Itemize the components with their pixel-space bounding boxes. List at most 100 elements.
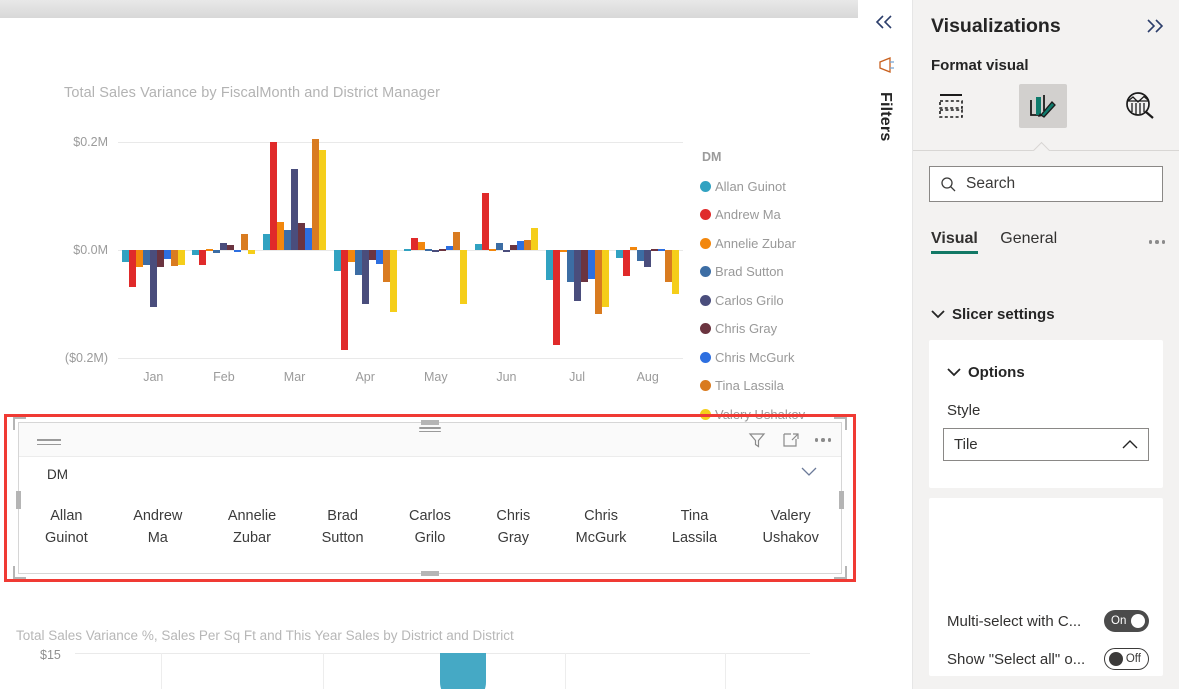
resize-handle-right[interactable]: [839, 491, 844, 509]
bar[interactable]: [601, 250, 609, 307]
build-visual-button[interactable]: [929, 84, 977, 128]
bar[interactable]: [474, 243, 482, 250]
bar[interactable]: [552, 250, 560, 345]
bar[interactable]: [446, 245, 454, 250]
bar[interactable]: [460, 250, 468, 304]
bar[interactable]: [418, 241, 426, 250]
slicer-visual[interactable]: DM Allan Guinot Andrew Ma Annelie Zubar Brad Su…: [13, 417, 847, 579]
bar[interactable]: [425, 248, 433, 251]
bar[interactable]: [149, 250, 157, 307]
bar[interactable]: [580, 250, 588, 283]
filters-rail[interactable]: Filters: [858, 0, 913, 689]
bar[interactable]: [128, 250, 136, 287]
slicer-tile[interactable]: Valery Ushakov: [756, 503, 824, 551]
bar[interactable]: [375, 250, 383, 265]
legend-item[interactable]: Chris McGurk: [700, 343, 805, 372]
bar[interactable]: [559, 250, 567, 252]
slicer-tile[interactable]: Tina Lassila: [666, 503, 723, 551]
slicer-tile[interactable]: Brad Sutton: [316, 503, 370, 551]
bar[interactable]: [672, 250, 680, 295]
bar[interactable]: [333, 250, 341, 272]
slicer-visual-container[interactable]: DM Allan Guinot Andrew Ma Annelie Zubar Brad Su…: [4, 414, 856, 582]
bar[interactable]: [587, 250, 595, 279]
slicer-tile[interactable]: Annelie Zubar: [222, 503, 282, 551]
chevron-down-icon[interactable]: [801, 467, 817, 477]
more-tabs-icon[interactable]: [1148, 232, 1165, 252]
bar[interactable]: [284, 230, 292, 250]
bar[interactable]: [291, 169, 299, 250]
bar[interactable]: [368, 250, 376, 260]
bar[interactable]: [566, 250, 574, 283]
bar[interactable]: [312, 139, 320, 250]
bar[interactable]: [516, 241, 524, 250]
multi-select-switch[interactable]: On: [1104, 610, 1149, 632]
bar[interactable]: [163, 250, 171, 260]
bar[interactable]: [347, 250, 355, 262]
bottom-visual[interactable]: Total Sales Variance %, Sales Per Sq Ft …: [0, 608, 858, 689]
bar[interactable]: [389, 250, 397, 313]
multi-select-toggle-row[interactable]: Multi-select with C... On: [947, 608, 1149, 634]
bar[interactable]: [432, 250, 440, 252]
legend-item[interactable]: Allan Guinot: [700, 172, 805, 201]
bar[interactable]: [509, 244, 517, 250]
bar[interactable]: [488, 248, 496, 251]
resize-handle-bottom[interactable]: [421, 571, 439, 576]
bar[interactable]: [382, 250, 390, 283]
tab-visual[interactable]: Visual: [931, 230, 978, 254]
bar[interactable]: [177, 250, 185, 265]
slicer-tile[interactable]: Carlos Grilo: [403, 503, 457, 551]
format-visual-button[interactable]: [1019, 84, 1067, 128]
bar[interactable]: [319, 150, 327, 250]
bar[interactable]: [658, 248, 666, 251]
bar[interactable]: [142, 250, 150, 265]
legend-item[interactable]: Chris Gray: [700, 315, 805, 344]
bar[interactable]: [623, 250, 631, 276]
bar[interactable]: [453, 232, 461, 250]
bar[interactable]: [298, 223, 306, 250]
legend-item[interactable]: Tina Lassila: [700, 372, 805, 401]
slicer-settings-section-header[interactable]: Slicer settings: [931, 306, 1055, 323]
bar[interactable]: [206, 248, 214, 251]
focus-mode-icon[interactable]: [781, 430, 801, 450]
bar[interactable]: [234, 250, 242, 252]
resize-handle-tr[interactable]: [834, 417, 847, 430]
bar[interactable]: [156, 250, 164, 268]
resize-handle-br[interactable]: [834, 566, 847, 579]
bar[interactable]: [263, 233, 271, 250]
bar[interactable]: [530, 228, 538, 250]
bar[interactable]: [502, 250, 510, 253]
filter-icon[interactable]: [747, 430, 767, 450]
bar[interactable]: [192, 250, 200, 256]
bar[interactable]: [340, 250, 348, 350]
hamburger-icon[interactable]: [37, 439, 61, 448]
bar[interactable]: [411, 237, 419, 250]
resize-handle-bl[interactable]: [13, 566, 26, 579]
bar[interactable]: [135, 250, 143, 268]
filter-funnel-icon[interactable]: [876, 56, 896, 76]
analytics-button[interactable]: [1116, 84, 1164, 128]
bar[interactable]: [270, 142, 278, 250]
resize-handle-top[interactable]: [421, 420, 439, 425]
bar[interactable]: [481, 193, 489, 250]
bar[interactable]: [404, 249, 412, 252]
bar[interactable]: [248, 250, 256, 255]
bar[interactable]: [354, 250, 362, 276]
bar[interactable]: [630, 246, 638, 250]
resize-handle-left[interactable]: [16, 491, 21, 509]
select-all-toggle-row[interactable]: Show "Select all" o... Off: [947, 646, 1149, 672]
bar[interactable]: [220, 242, 228, 250]
legend-item[interactable]: Andrew Ma: [700, 201, 805, 230]
bar[interactable]: [121, 250, 129, 262]
bottom-bubble[interactable]: [440, 653, 486, 689]
chevron-double-left-icon[interactable]: [874, 14, 896, 30]
options-header[interactable]: Options: [947, 364, 1025, 381]
column-chart-visual[interactable]: Total Sales Variance by FiscalMonth and …: [0, 58, 858, 422]
slicer-tile[interactable]: Allan Guinot: [39, 503, 94, 551]
bar[interactable]: [170, 250, 178, 267]
bar[interactable]: [241, 233, 249, 250]
more-options-icon[interactable]: [814, 430, 831, 450]
bar[interactable]: [361, 250, 369, 304]
bar[interactable]: [495, 242, 503, 250]
bar[interactable]: [644, 250, 652, 268]
select-all-switch[interactable]: Off: [1104, 648, 1149, 670]
